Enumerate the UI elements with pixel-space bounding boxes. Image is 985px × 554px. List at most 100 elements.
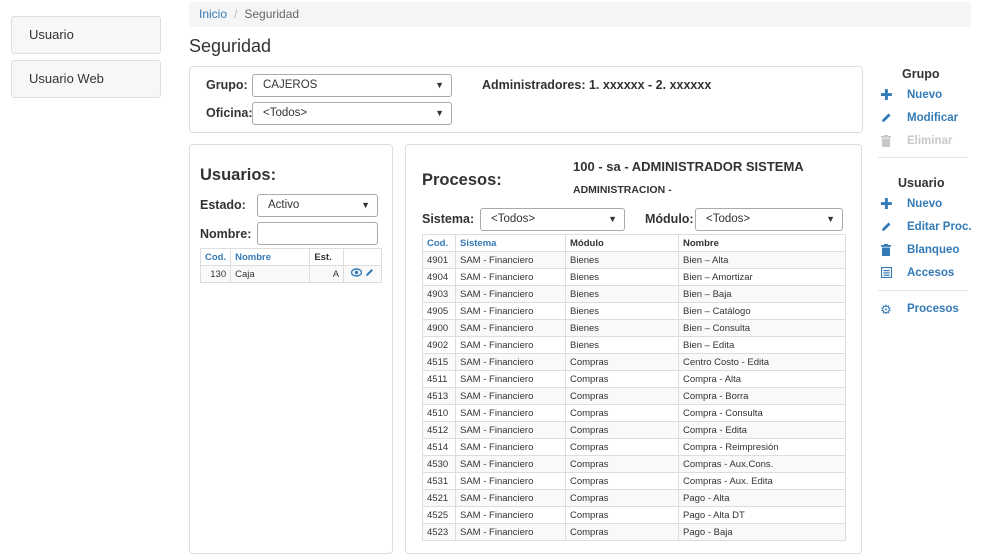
estado-select[interactable]: Activo ▼	[257, 194, 378, 217]
usuarios-title: Usuarios:	[200, 166, 277, 184]
table-row[interactable]: 4901 SAM - Financiero Bienes Bien – Alta	[422, 251, 846, 269]
administradores-text: Administradores: 1. xxxxxx - 2. xxxxxx	[482, 78, 712, 92]
procesos-table: Cod. Sistema Módulo Nombre 4901 SAM - Fin…	[422, 234, 846, 541]
col-nombre[interactable]: Nombre	[230, 248, 311, 266]
oficina-select[interactable]: <Todos> ▼	[252, 102, 452, 125]
cell-nombre: Pago - Alta	[678, 489, 846, 507]
cell-nombre: Compras - Aux. Edita	[678, 472, 846, 490]
cell-nombre: Caja	[230, 265, 311, 283]
table-row[interactable]: 4512 SAM - Financiero Compras Compra - Edit…	[422, 421, 846, 439]
col-cod[interactable]: Cod.	[199, 248, 232, 266]
cell-cod: 4515	[422, 353, 456, 371]
sistema-select-value: <Todos>	[491, 213, 536, 225]
cell-cod: 4904	[422, 268, 456, 286]
cell-cod: 4523	[422, 523, 456, 541]
table-row[interactable]: 4514 SAM - Financiero Compras Compra - Reim…	[422, 438, 846, 456]
breadcrumb-separator: /	[234, 7, 238, 21]
cell-sistema: SAM - Financiero	[455, 336, 566, 354]
table-row[interactable]: 4510 SAM - Financiero Compras Compra - Cons…	[422, 404, 846, 422]
cell-cod: 4902	[422, 336, 456, 354]
table-row[interactable]: 4902 SAM - Financiero Bienes Bien – Edita	[422, 336, 846, 354]
table-row[interactable]: 4530 SAM - Financiero Compras Compras - Aux…	[422, 455, 846, 473]
grupo-section-title: Grupo	[902, 67, 940, 81]
procesos-header-area: ADMINISTRACION -	[573, 184, 672, 196]
estado-select-value: Activo	[268, 199, 300, 211]
cell-cod: 4521	[422, 489, 456, 507]
cell-cod: 4531	[422, 472, 456, 490]
breadcrumb-home-link[interactable]: Inicio	[199, 7, 227, 21]
cell-modulo: Compras	[565, 523, 679, 541]
nombre-input[interactable]	[257, 222, 378, 245]
table-row[interactable]: 4523 SAM - Financiero Compras Pago - Baja	[422, 523, 846, 541]
cell-sistema: SAM - Financiero	[455, 387, 566, 405]
cell-nombre: Compra - Consulta	[678, 404, 846, 422]
action-label: Nuevo	[907, 89, 943, 101]
col-cod[interactable]: Cod.	[422, 234, 456, 252]
nombre-label: Nombre:	[200, 227, 252, 241]
usuarios-table: Cod. Nombre Est. 130 Caja A	[199, 248, 382, 283]
sistema-label: Sistema:	[422, 212, 475, 226]
table-row[interactable]: 4900 SAM - Financiero Bienes Bien – Consult…	[422, 319, 846, 337]
grupo-select[interactable]: CAJEROS ▼	[252, 74, 452, 97]
plus-icon: ✚	[880, 87, 893, 104]
cell-modulo: Compras	[565, 438, 679, 456]
cell-nombre: Bien – Edita	[678, 336, 846, 354]
table-row[interactable]: 4904 SAM - Financiero Bienes Bien – Amortiz…	[422, 268, 846, 286]
divider	[878, 157, 968, 158]
table-row[interactable]: 4905 SAM - Financiero Bienes Bien – Catálog…	[422, 302, 846, 320]
table-row[interactable]: 4531 SAM - Financiero Compras Compras - Aux…	[422, 472, 846, 490]
usuarios-panel: Usuarios: Estado: Activo ▼ Nombre: Cod. …	[189, 144, 393, 554]
cell-nombre: Pago - Alta DT	[678, 506, 846, 524]
chevron-down-icon: ▼	[608, 214, 617, 224]
pencil-icon	[880, 221, 892, 235]
eye-icon[interactable]	[351, 268, 363, 280]
chevron-down-icon: ▼	[435, 108, 444, 118]
leftnav-item-label: Usuario Web	[29, 71, 104, 86]
leftnav-item-usuario-web[interactable]: Usuario Web	[11, 60, 161, 98]
procesos-title: Procesos:	[422, 171, 502, 189]
leftnav-item-usuario[interactable]: Usuario	[11, 16, 161, 54]
cell-sistema: SAM - Financiero	[455, 353, 566, 371]
cell-modulo: Bienes	[565, 251, 679, 269]
sistema-select[interactable]: <Todos> ▼	[480, 208, 625, 231]
cell-cod: 4512	[422, 421, 456, 439]
cell-cod: 4510	[422, 404, 456, 422]
plus-icon: ✚	[880, 196, 893, 213]
action-label: Nuevo	[907, 198, 943, 210]
cell-cod: 4905	[422, 302, 456, 320]
cell-cod: 4513	[422, 387, 456, 405]
cell-nombre: Bien – Alta	[678, 251, 846, 269]
cell-est: A	[309, 265, 345, 283]
table-row[interactable]: 130 Caja A	[199, 265, 382, 283]
action-label: Eliminar	[907, 135, 953, 147]
procesos-panel: Procesos: 100 - sa - ADMINISTRADOR SISTE…	[405, 144, 862, 554]
cell-modulo: Bienes	[565, 268, 679, 286]
chevron-down-icon: ▼	[361, 200, 370, 210]
divider	[878, 290, 968, 291]
procesos-header-user: 100 - sa - ADMINISTRADOR SISTEMA	[573, 159, 804, 174]
cell-nombre: Compras - Aux.Cons.	[678, 455, 846, 473]
list-icon	[880, 266, 892, 281]
cell-sistema: SAM - Financiero	[455, 421, 566, 439]
oficina-label: Oficina:	[206, 106, 253, 120]
cell-sistema: SAM - Financiero	[455, 489, 566, 507]
cell-sistema: SAM - Financiero	[455, 455, 566, 473]
cell-sistema: SAM - Financiero	[455, 370, 566, 388]
col-nombre: Nombre	[678, 234, 846, 252]
cell-modulo: Compras	[565, 455, 679, 473]
cell-sistema: SAM - Financiero	[455, 319, 566, 337]
table-row[interactable]: 4903 SAM - Financiero Bienes Bien – Baja	[422, 285, 846, 303]
action-label: Blanqueo	[907, 244, 960, 256]
table-row[interactable]: 4521 SAM - Financiero Compras Pago - Alta	[422, 489, 846, 507]
modulo-select[interactable]: <Todos> ▼	[695, 208, 843, 231]
table-row[interactable]: 4511 SAM - Financiero Compras Compra - Alta	[422, 370, 846, 388]
cell-nombre: Bien – Baja	[678, 285, 846, 303]
table-row[interactable]: 4513 SAM - Financiero Compras Compra - Borr…	[422, 387, 846, 405]
chevron-down-icon: ▼	[826, 214, 835, 224]
col-sistema[interactable]: Sistema	[455, 234, 566, 252]
breadcrumb: Inicio / Seguridad	[189, 2, 971, 27]
cell-sistema: SAM - Financiero	[455, 302, 566, 320]
pencil-icon[interactable]	[365, 268, 374, 280]
table-row[interactable]: 4525 SAM - Financiero Compras Pago - Alta D…	[422, 506, 846, 524]
table-row[interactable]: 4515 SAM - Financiero Compras Centro Costo …	[422, 353, 846, 371]
